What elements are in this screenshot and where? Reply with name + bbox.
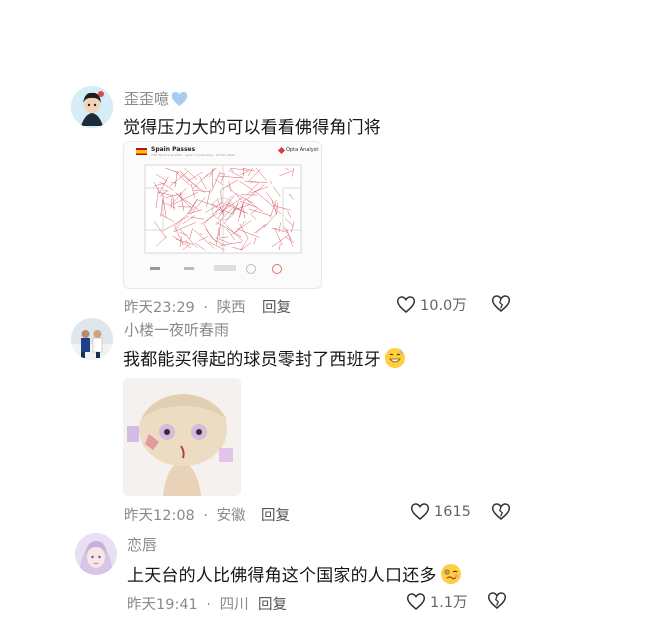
chart-title: Spain Passes bbox=[151, 146, 196, 153]
comment-text: 我都能买得起的球员零封了西班牙 bbox=[123, 345, 406, 370]
avatar[interactable] bbox=[71, 318, 113, 360]
heart-broken-icon bbox=[491, 503, 511, 520]
reply-button[interactable]: 回复 bbox=[258, 593, 287, 614]
heart-outline-icon bbox=[396, 295, 416, 314]
blue-heart-emoji-icon bbox=[171, 91, 188, 107]
pitch-pass-map bbox=[144, 164, 302, 254]
avatar[interactable] bbox=[71, 86, 113, 128]
like-count: 10.0万 bbox=[420, 298, 467, 314]
meta-separator: · bbox=[206, 597, 212, 613]
spain-flag-icon bbox=[136, 148, 147, 155]
chart-legend bbox=[150, 264, 300, 274]
location: 安徽 bbox=[216, 508, 246, 524]
timestamp: 昨天19:41 bbox=[127, 597, 198, 613]
meta-separator: · bbox=[203, 300, 209, 316]
avatar[interactable] bbox=[75, 533, 117, 575]
timestamp: 昨天23:29 bbox=[124, 300, 195, 316]
comment-text: 上天台的人比佛得角这个国家的人口还多 bbox=[127, 561, 462, 586]
sticker-image[interactable] bbox=[123, 378, 241, 496]
dislike-button[interactable] bbox=[487, 591, 507, 610]
comment-text-body: 上天台的人比佛得角这个国家的人口还多 bbox=[127, 566, 437, 586]
opta-logo-icon bbox=[277, 146, 286, 154]
like-button[interactable]: 1615 bbox=[410, 502, 471, 521]
comment-meta: 昨天12:08 · 安徽 bbox=[124, 504, 246, 525]
meta-separator: · bbox=[203, 508, 209, 524]
like-button[interactable]: 10.0万 bbox=[396, 294, 467, 315]
timestamp: 昨天12:08 bbox=[124, 508, 195, 524]
opta-brand-text: Opta Analyst bbox=[286, 147, 319, 153]
comment-meta: 昨天19:41 · 四川 bbox=[127, 593, 249, 614]
location: 四川 bbox=[219, 597, 249, 613]
username[interactable]: 小楼一夜听春雨 bbox=[124, 319, 229, 340]
username-text: 歪歪噫 bbox=[124, 90, 170, 108]
heart-broken-icon bbox=[491, 295, 511, 312]
like-button[interactable]: 1.1万 bbox=[406, 591, 468, 612]
opta-brand: Opta Analyst bbox=[277, 146, 319, 154]
dislike-button[interactable] bbox=[491, 502, 511, 521]
pass-map-image[interactable]: Spain Passes FIFA World Cup 2022 · Spain… bbox=[123, 141, 322, 289]
location: 陕西 bbox=[216, 300, 246, 316]
reply-button[interactable]: 回复 bbox=[261, 504, 290, 525]
username[interactable]: 恋唇 bbox=[127, 534, 157, 555]
heart-broken-icon bbox=[487, 592, 507, 609]
comment-text-body: 我都能买得起的球员零封了西班牙 bbox=[123, 350, 381, 370]
reply-button[interactable]: 回复 bbox=[262, 296, 291, 317]
heart-outline-icon bbox=[406, 592, 426, 611]
like-count: 1.1万 bbox=[430, 595, 468, 611]
username[interactable]: 歪歪噫 bbox=[124, 88, 188, 109]
grin-sweat-emoji-icon bbox=[384, 347, 406, 369]
woozy-face-emoji-icon bbox=[440, 563, 462, 585]
comment-meta: 昨天23:29 · 陕西 bbox=[124, 296, 246, 317]
chart-subtitle: FIFA World Cup 2022 · Spain v Costa Rica… bbox=[151, 153, 235, 157]
heart-outline-icon bbox=[410, 502, 430, 521]
dislike-button[interactable] bbox=[491, 294, 511, 313]
comment-text: 觉得压力大的可以看看佛得角门将 bbox=[123, 118, 381, 138]
like-count: 1615 bbox=[434, 503, 471, 520]
